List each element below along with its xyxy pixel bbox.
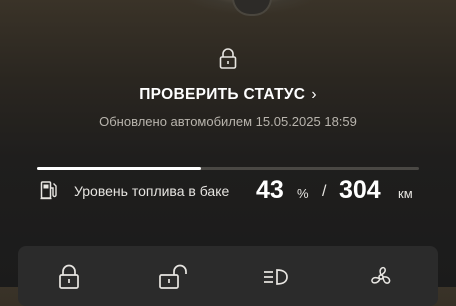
fan-icon	[371, 266, 391, 284]
fuel-range-value: 304	[339, 176, 381, 204]
fuel-pump-icon	[40, 180, 58, 200]
fuel-percent-unit: %	[297, 186, 309, 201]
headlights-icon	[264, 269, 288, 285]
fuel-level-bar	[37, 167, 419, 170]
unlock-button[interactable]	[158, 264, 187, 290]
ventilation-button[interactable]	[368, 264, 394, 290]
fuel-level-label: Уровень топлива в баке	[74, 183, 230, 199]
chevron-right-icon: ›	[311, 86, 317, 103]
lock-icon	[59, 264, 79, 289]
last-updated-text: Обновлено автомобилем 15.05.2025 18:59	[99, 114, 357, 129]
check-status-link[interactable]: ПРОВЕРИТЬ СТАТУС ›	[0, 86, 456, 104]
unlock-icon	[159, 264, 187, 289]
fuel-percent-value: 43	[256, 176, 284, 204]
lock-button[interactable]	[56, 264, 82, 290]
fuel-range-unit: км	[398, 186, 413, 201]
check-status-label: ПРОВЕРИТЬ СТАТУС	[139, 86, 306, 103]
padlock-closed-icon	[218, 48, 238, 70]
headlights-button[interactable]	[262, 264, 288, 290]
fuel-separator: /	[322, 183, 327, 200]
fuel-level-fill	[37, 167, 202, 170]
fuel-info-row: Уровень топлива в баке 43 % / 304 км	[40, 176, 430, 208]
quick-actions-panel	[18, 246, 438, 306]
